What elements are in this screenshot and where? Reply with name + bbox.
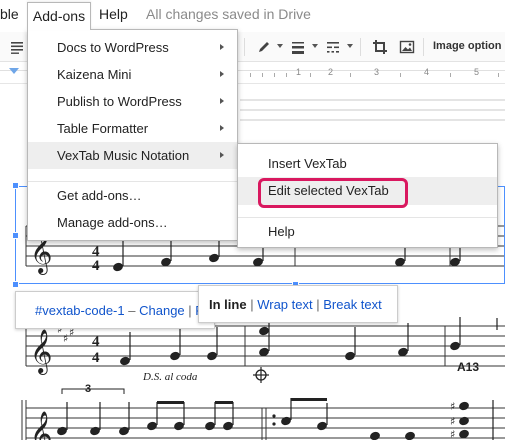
vextab-code-bubble: #vextab-code-1 – Change | R xyxy=(15,291,215,329)
bubble-separator: | xyxy=(188,303,192,318)
svg-text:♯: ♯ xyxy=(450,428,455,440)
pen-color-icon[interactable] xyxy=(256,39,272,55)
menu-item-docs-to-wordpress[interactable]: Docs to WordPress xyxy=(28,34,237,61)
submenu-arrow-icon xyxy=(220,98,224,104)
submenu-item-help[interactable]: Help xyxy=(238,218,497,246)
menu-bar: ble Add-ons Help All changes saved in Dr… xyxy=(0,0,505,32)
line-dash-caret-icon[interactable] xyxy=(347,44,353,48)
resize-handle[interactable] xyxy=(12,232,19,239)
crop-icon[interactable] xyxy=(372,39,388,55)
indent-marker-icon[interactable] xyxy=(9,68,19,74)
menu-item-label: Manage add-ons… xyxy=(57,215,168,230)
wrap-separator: | xyxy=(250,297,254,312)
menu-item-kaizena-mini[interactable]: Kaizena Mini xyxy=(28,61,237,88)
menu-item-vextab-music-notation[interactable]: VexTab Music Notation xyxy=(28,142,237,169)
chord-label: A13 xyxy=(457,360,479,374)
submenu-item-label: Help xyxy=(268,224,295,239)
align-justify-icon[interactable] xyxy=(9,39,25,55)
menu-item-label: VexTab Music Notation xyxy=(57,148,190,163)
menu-item-table-formatter[interactable]: Table Formatter xyxy=(28,115,237,142)
menu-item-label: Publish to WordPress xyxy=(57,94,182,109)
break-text-option[interactable]: Break text xyxy=(323,297,382,312)
ruler-number: 5 xyxy=(474,67,480,77)
svg-text:♯: ♯ xyxy=(63,332,68,345)
ruler-number: 3 xyxy=(374,67,380,77)
text-wrap-popup: In line | Wrap text | Break text xyxy=(198,285,398,323)
menu-item-publish-to-wordpress[interactable]: Publish to WordPress xyxy=(28,88,237,115)
menu-table[interactable]: ble xyxy=(0,6,19,22)
bubble-dash: – xyxy=(128,303,136,318)
highlight-circle xyxy=(258,178,408,208)
wrap-text-option[interactable]: Wrap text xyxy=(257,297,312,312)
submenu-item-label: Insert VexTab xyxy=(268,156,347,171)
submenu-arrow-icon xyxy=(220,44,224,50)
line-dash-icon[interactable] xyxy=(325,39,341,55)
ds-al-coda-text: D.S. al coda xyxy=(142,371,198,383)
resize-handle[interactable] xyxy=(12,281,19,288)
replace-image-icon[interactable] xyxy=(399,39,415,55)
svg-text:♯: ♯ xyxy=(450,400,455,413)
ruler-number: 1 xyxy=(296,67,302,77)
menu-help[interactable]: Help xyxy=(99,6,128,22)
menu-item-label: Docs to WordPress xyxy=(57,40,169,55)
in-line-option[interactable]: In line xyxy=(209,297,247,312)
menu-item-get-addons[interactable]: Get add-ons… xyxy=(28,182,237,209)
line-weight-icon[interactable] xyxy=(290,39,306,55)
menu-addons[interactable]: Add-ons xyxy=(27,2,91,30)
menu-item-manage-addons[interactable]: Manage add-ons… xyxy=(28,209,237,236)
toolbar-separator xyxy=(244,38,245,56)
svg-text:𝄞: 𝄞 xyxy=(30,411,52,440)
pen-caret-icon[interactable] xyxy=(277,44,283,48)
svg-text:♯: ♯ xyxy=(450,415,455,428)
submenu-arrow-icon xyxy=(220,152,224,158)
line-weight-caret-icon[interactable] xyxy=(312,44,318,48)
coda-icon xyxy=(253,367,269,383)
save-status: All changes saved in Drive xyxy=(146,6,311,22)
change-link[interactable]: Change xyxy=(139,303,185,318)
wrap-separator: | xyxy=(316,297,320,312)
vextab-submenu: Insert VexTab Edit selected VexTab Help xyxy=(237,143,498,248)
menu-item-label: Kaizena Mini xyxy=(57,67,132,82)
svg-text:4: 4 xyxy=(92,350,100,366)
ruler-number: 4 xyxy=(424,67,430,77)
menu-item-label: Get add-ons… xyxy=(57,188,142,203)
addons-menu: Docs to WordPress Kaizena Mini Publish t… xyxy=(27,29,238,241)
vextab-code-link[interactable]: #vextab-code-1 xyxy=(35,303,125,318)
image-options-button[interactable]: Image option xyxy=(433,40,501,52)
submenu-item-insert-vextab[interactable]: Insert VexTab xyxy=(238,150,497,178)
resize-handle[interactable] xyxy=(12,182,19,189)
svg-text:𝄞: 𝄞 xyxy=(30,329,52,375)
submenu-arrow-icon xyxy=(220,125,224,131)
toolbar-separator xyxy=(423,38,424,56)
toolbar-separator xyxy=(360,38,361,56)
submenu-arrow-icon xyxy=(220,71,224,77)
svg-text:4: 4 xyxy=(92,334,100,350)
menu-item-label: Table Formatter xyxy=(57,121,149,136)
ruler-number: 2 xyxy=(328,67,334,77)
